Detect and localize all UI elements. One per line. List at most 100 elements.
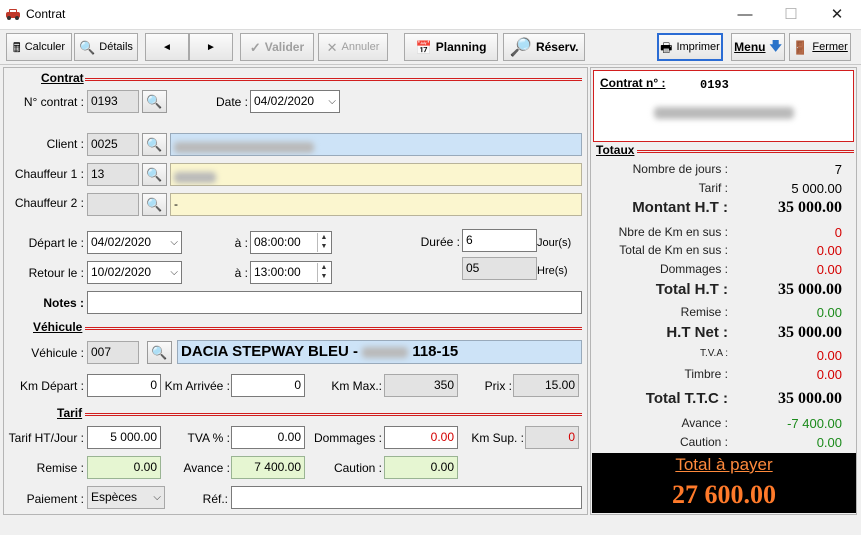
client-name-field[interactable] <box>170 133 582 156</box>
vehicule-name-field[interactable]: DACIA STEPWAY BLEU - 118-15 <box>177 340 582 364</box>
total-row-label: Caution : <box>679 435 728 449</box>
chauffeur1-name-field[interactable] <box>170 163 582 186</box>
caution-field[interactable]: 0.00 <box>384 456 458 479</box>
chauffeur2-name-field[interactable]: - <box>170 193 582 216</box>
total-row-label: Montant H.T : <box>632 199 728 216</box>
chauffeur1-label: Chauffeur 1 : <box>14 167 84 181</box>
total-a-payer-value: 27 600.00 <box>672 480 776 509</box>
depart-date-picker[interactable]: 04/02/2020 ⌵ <box>87 231 182 254</box>
total-a-payer-label: Total à payer <box>675 455 773 474</box>
avance-label: Avance : <box>183 461 230 475</box>
redacted-chauffeur-name <box>174 171 216 183</box>
magnifier-icon: 🔎 <box>509 37 532 57</box>
redacted-client-name <box>174 141 314 153</box>
date-picker[interactable]: 04/02/2020 ⌵ <box>250 90 340 113</box>
down-arrow-icon: 🡇 <box>769 38 782 53</box>
paiement-select[interactable]: Espèces ⌵ <box>87 486 165 509</box>
caution-label: Caution : <box>333 461 382 475</box>
search-chauffeur1-button[interactable]: 🔍 <box>142 163 167 186</box>
chevron-down-icon: ⌵ <box>328 96 336 107</box>
fermer-button[interactable]: 🚪 Fermer <box>789 33 851 61</box>
num-contrat-field[interactable]: 0193 <box>87 90 139 113</box>
total-row-value: 5 000.00 <box>791 181 842 196</box>
contrat-num-value: 0193 <box>700 78 729 92</box>
km-sup-field: 0 <box>525 426 579 449</box>
search-chauffeur2-button[interactable]: 🔍 <box>142 193 167 216</box>
tarif-field[interactable]: 5 000.00 <box>87 426 161 449</box>
divider <box>637 150 854 153</box>
car-icon <box>6 9 20 20</box>
notes-field[interactable] <box>87 291 582 314</box>
contract-form-panel: Contrat N° contrat : 0193 🔍 Date : 04/02… <box>3 67 588 515</box>
total-row-value: 0.00 <box>816 435 842 450</box>
chauffeur1-code-field[interactable]: 13 <box>87 163 139 186</box>
close-button[interactable]: ✕ <box>814 0 860 30</box>
status-bar <box>0 517 861 535</box>
reservation-button[interactable]: 🔎 Réserv. <box>503 33 585 61</box>
total-row-value: 0.00 <box>816 367 842 382</box>
planning-button[interactable]: 📅 Planning <box>404 33 498 61</box>
section-totaux: Totaux <box>596 143 635 157</box>
vehicule-label: Véhicule : <box>31 346 84 360</box>
divider <box>85 413 582 416</box>
total-row-value: 35 000.00 <box>778 390 842 407</box>
retour-date-picker[interactable]: 10/02/2020 ⌵ <box>87 261 182 284</box>
dommages-field[interactable]: 0.00 <box>384 426 458 449</box>
divider <box>85 327 582 330</box>
total-row-label: Nbre de Km en sus : <box>618 225 728 239</box>
total-row-label: Total H.T : <box>655 281 728 298</box>
remise-field[interactable]: 0.00 <box>87 456 161 479</box>
tva-field[interactable]: 0.00 <box>231 426 305 449</box>
total-row-value: 35 000.00 <box>778 199 842 216</box>
remise-label: Remise : <box>36 461 84 475</box>
chevron-down-icon: ⌵ <box>170 267 178 278</box>
valider-button[interactable]: ✓ Valider <box>240 33 314 61</box>
details-button[interactable]: 🔍 Détails <box>74 33 138 61</box>
notes-label: Notes : <box>43 296 84 310</box>
total-row-label: Tarif : <box>698 181 728 195</box>
km-max-label: Km Max.: <box>331 379 382 393</box>
duree-jours-field[interactable]: 6 <box>462 229 537 252</box>
section-contrat: Contrat <box>41 71 84 85</box>
maximize-button[interactable]: ☐ <box>768 0 814 30</box>
total-row-label: T.V.A : <box>700 348 728 359</box>
search-contrat-button[interactable]: 🔍 <box>142 90 167 113</box>
spinner-icon[interactable]: ▲ ▼ <box>317 233 330 252</box>
imprimer-button[interactable]: 🖶 Imprimer <box>657 33 723 61</box>
search-icon: 🔍 <box>146 94 163 109</box>
total-row-value: 35 000.00 <box>778 324 842 341</box>
previous-button[interactable]: ◄ <box>145 33 189 61</box>
total-row-label: Avance : <box>681 416 728 430</box>
tarif-label: Tarif HT/Jour : <box>8 431 84 445</box>
calculer-button[interactable]: 🖩 Calculer <box>6 33 72 61</box>
client-code-field[interactable]: 0025 <box>87 133 139 156</box>
dommages-label: Dommages : <box>313 431 382 445</box>
km-arrivee-label: Km Arrivée : <box>164 379 230 393</box>
tva-label: TVA % : <box>187 431 230 445</box>
toolbar: 🖩 Calculer 🔍 Détails ◄ ► ✓ Valider ✕ Annuler… <box>0 31 861 65</box>
annuler-button[interactable]: ✕ Annuler <box>318 33 388 61</box>
search-icon: 🔍 <box>151 345 168 360</box>
menu-button[interactable]: Menu 🡇 <box>731 33 785 61</box>
vehicule-code-field[interactable]: 007 <box>87 341 139 364</box>
depart-time-field[interactable]: 08:00:00 ▲ ▼ <box>250 231 332 254</box>
chauffeur2-label: Chauffeur 2 : <box>14 196 84 210</box>
spinner-icon[interactable]: ▲ ▼ <box>317 263 330 282</box>
ref-field[interactable] <box>231 486 582 509</box>
retour-time-field[interactable]: 13:00:00 ▲ ▼ <box>250 261 332 284</box>
section-tarif: Tarif <box>57 406 83 420</box>
minimize-button[interactable]: — <box>722 0 768 30</box>
client-label: Client : <box>46 137 84 151</box>
search-vehicule-button[interactable]: 🔍 <box>147 341 172 364</box>
right-arrow-icon: ► <box>206 41 216 53</box>
total-row-value: 0.00 <box>816 305 842 320</box>
depart-time-label: à : <box>234 236 248 250</box>
km-arrivee-field[interactable]: 0 <box>231 374 305 397</box>
km-depart-field[interactable]: 0 <box>87 374 161 397</box>
search-client-button[interactable]: 🔍 <box>142 133 167 156</box>
chauffeur2-code-field[interactable] <box>87 193 139 216</box>
paiement-label: Paiement : <box>26 492 84 506</box>
avance-field[interactable]: 7 400.00 <box>231 456 305 479</box>
next-button[interactable]: ► <box>189 33 233 61</box>
search-icon: 🔍 <box>146 137 163 152</box>
